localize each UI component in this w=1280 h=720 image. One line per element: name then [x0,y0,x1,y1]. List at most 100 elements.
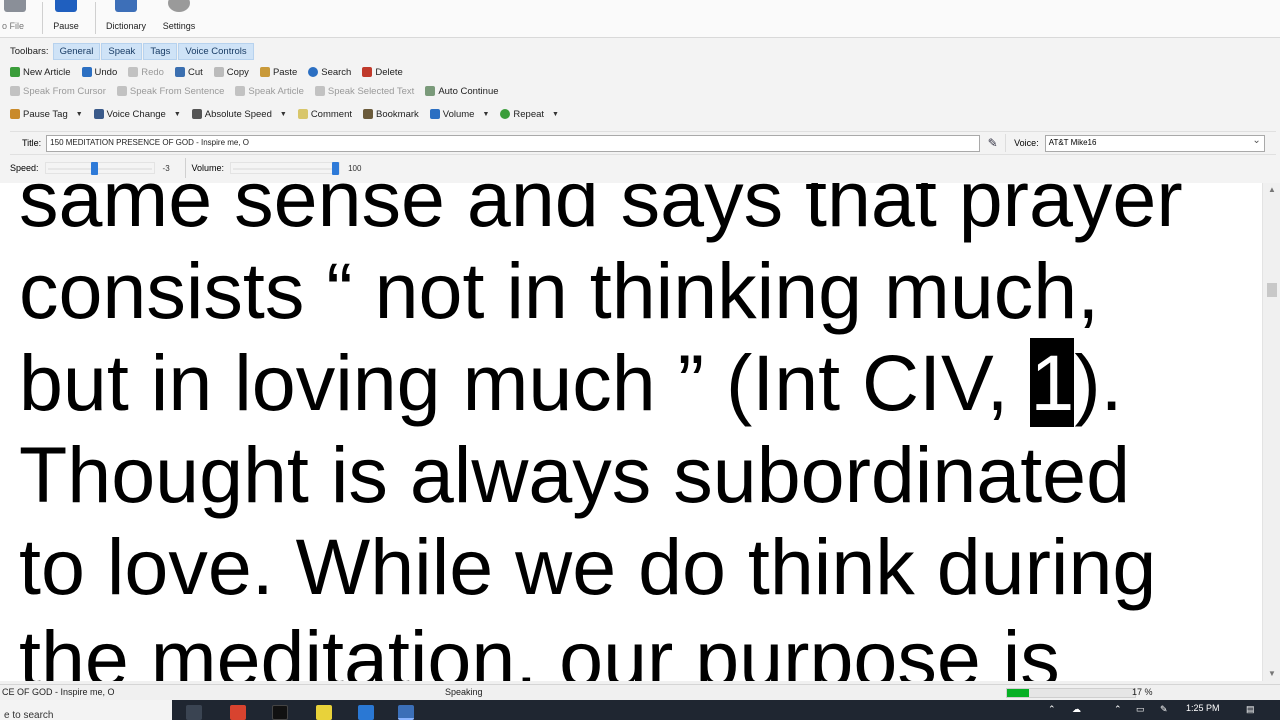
speak-cursor-icon [10,86,20,96]
copy-button[interactable]: Copy [213,67,249,78]
spoken-word-highlight: 1 [1030,338,1075,427]
pause-tag-icon [10,109,20,119]
pause-tag-button[interactable]: Pause Tag ▼ [10,109,83,120]
notifications-icon[interactable]: ▤ [1246,704,1255,715]
progress-label: 17 % [1132,687,1153,697]
windows-taskbar: e to search ⌃ ☁ ⌃ ▭ ✎ 1:25 PM ▤ [0,700,1280,720]
volume-slider-thumb[interactable] [332,162,340,175]
text-line: to love. While we do think during [19,522,1157,611]
voice-select[interactable]: AT&T Mike16 [1044,134,1265,152]
ribbon-separator [42,2,43,34]
snapchat-icon[interactable] [316,705,332,720]
scroll-down-icon[interactable]: ▼ [1263,667,1280,681]
vertical-scrollbar[interactable]: ▲ ▼ [1262,183,1280,681]
article-text-area[interactable]: same sense and says that prayer consists… [0,183,1262,681]
save-file-button[interactable]: o File [0,0,26,36]
dictionary-button[interactable]: Dictionary [102,0,150,36]
volume-button[interactable]: Volume ▼ [429,109,489,120]
separator [184,158,186,178]
chevron-down-icon[interactable]: ▼ [482,111,489,118]
speak-selected-text-button[interactable]: Speak Selected Text [314,86,414,97]
text-line: Thought is always subordinated [19,430,1131,519]
clock[interactable]: 1:25 PM [1186,703,1220,713]
tab-tags[interactable]: Tags [143,42,178,60]
status-article-title: CE OF GOD - Inspire me, O [2,687,115,697]
scroll-up-icon[interactable]: ▲ [1263,183,1280,197]
auto-continue-button[interactable]: Auto Continue [425,86,499,97]
status-bar: CE OF GOD - Inspire me, O Speaking 17 % [0,684,1280,700]
chevron-up-icon[interactable]: ⌃ [1114,704,1122,715]
repeat-button[interactable]: Repeat ▼ [500,109,559,120]
repeat-icon [500,109,511,119]
tab-general[interactable]: General [52,42,101,60]
voice-controls-row: Speed: -3 Volume: 100 [10,158,430,178]
tiktok-icon[interactable] [272,705,288,720]
taskbar-search-input[interactable]: e to search [0,700,172,720]
speak-sentence-icon [116,86,127,96]
speed-track [47,168,152,170]
chevron-down-icon[interactable]: ▼ [76,111,83,118]
speed-slider-thumb[interactable] [90,162,98,175]
title-row: Title: 150 MEDITATION PRESENCE OF GOD - … [10,131,1276,155]
volume-icon [429,109,440,119]
comment-icon [297,109,308,119]
cut-button[interactable]: Cut [174,67,203,78]
tab-voice-controls[interactable]: Voice Controls [178,42,254,60]
speed-value: -3 [162,163,170,173]
status-state: Speaking [445,687,483,697]
network-icon[interactable]: ▭ [1136,704,1145,715]
scissors-icon [174,67,185,77]
search-button[interactable]: Search [308,67,351,78]
speed-icon [191,109,202,119]
dictionary-icon [115,0,137,12]
settings-button[interactable]: Settings [158,0,200,36]
speak-toolbar: Speak From Cursor Speak From Sentence Sp… [10,81,510,101]
volume-value: 100 [348,163,362,173]
voice-change-button[interactable]: Voice Change ▼ [93,109,181,120]
undo-button[interactable]: Undo [81,67,117,78]
speak-article-button[interactable]: Speak Article [235,86,304,97]
pen-icon[interactable]: ✎ [980,134,1007,152]
brave-browser-icon[interactable] [230,705,246,720]
naturalreader-app-icon[interactable] [398,705,414,720]
text-line: but in loving much ” (Int CIV, 1). [19,338,1123,427]
bookmark-icon [363,109,373,119]
chevron-down-icon[interactable]: ▼ [280,111,287,118]
delete-button[interactable]: Delete [362,67,403,78]
speed-slider[interactable] [44,162,155,175]
scrollbar-thumb[interactable] [1267,283,1277,297]
chevron-down-icon[interactable]: ▼ [174,111,181,118]
pause-button[interactable]: Pause [48,0,84,36]
search-icon [308,67,319,77]
bookmark-button[interactable]: Bookmark [363,109,419,120]
save-icon [4,0,26,12]
gear-icon [168,0,190,12]
chevron-down-icon[interactable]: ▼ [552,111,559,118]
toolbar-tabs: Toolbars: General Speak Tags Voice Contr… [10,41,255,61]
pen-tray-icon[interactable]: ✎ [1160,704,1168,715]
voice-change-icon [93,109,104,119]
delete-icon [362,67,373,77]
title-input[interactable]: 150 MEDITATION PRESENCE OF GOD - Inspire… [46,134,981,152]
chevron-up-icon[interactable]: ⌃ [1048,704,1056,715]
new-article-button[interactable]: New Article [10,67,71,78]
tags-toolbar: Pause Tag ▼ Voice Change ▼ Absolute Speed ▼… [10,104,570,124]
speak-from-cursor-button[interactable]: Speak From Cursor [10,86,106,97]
speak-from-sentence-button[interactable]: Speak From Sentence [116,86,224,97]
toolbars-area: Toolbars: General Speak Tags Voice Contr… [0,38,1280,183]
comment-button[interactable]: Comment [297,109,352,120]
tab-speak[interactable]: Speak [101,42,143,60]
edge-browser-icon[interactable] [358,705,374,720]
task-view-icon[interactable] [186,705,202,720]
copy-icon [213,67,224,77]
absolute-speed-button[interactable]: Absolute Speed ▼ [191,109,287,120]
pause-icon [55,0,77,12]
volume-slider[interactable] [230,162,341,175]
paste-button[interactable]: Paste [259,67,297,78]
text-line: same sense and says that prayer [19,183,1183,243]
redo-button[interactable]: Redo [128,67,164,78]
cloud-icon[interactable]: ☁ [1072,704,1081,715]
text-line: consists “ not in thinking much, [19,246,1100,335]
undo-icon [81,67,92,77]
reading-progress-bar [1006,688,1136,698]
